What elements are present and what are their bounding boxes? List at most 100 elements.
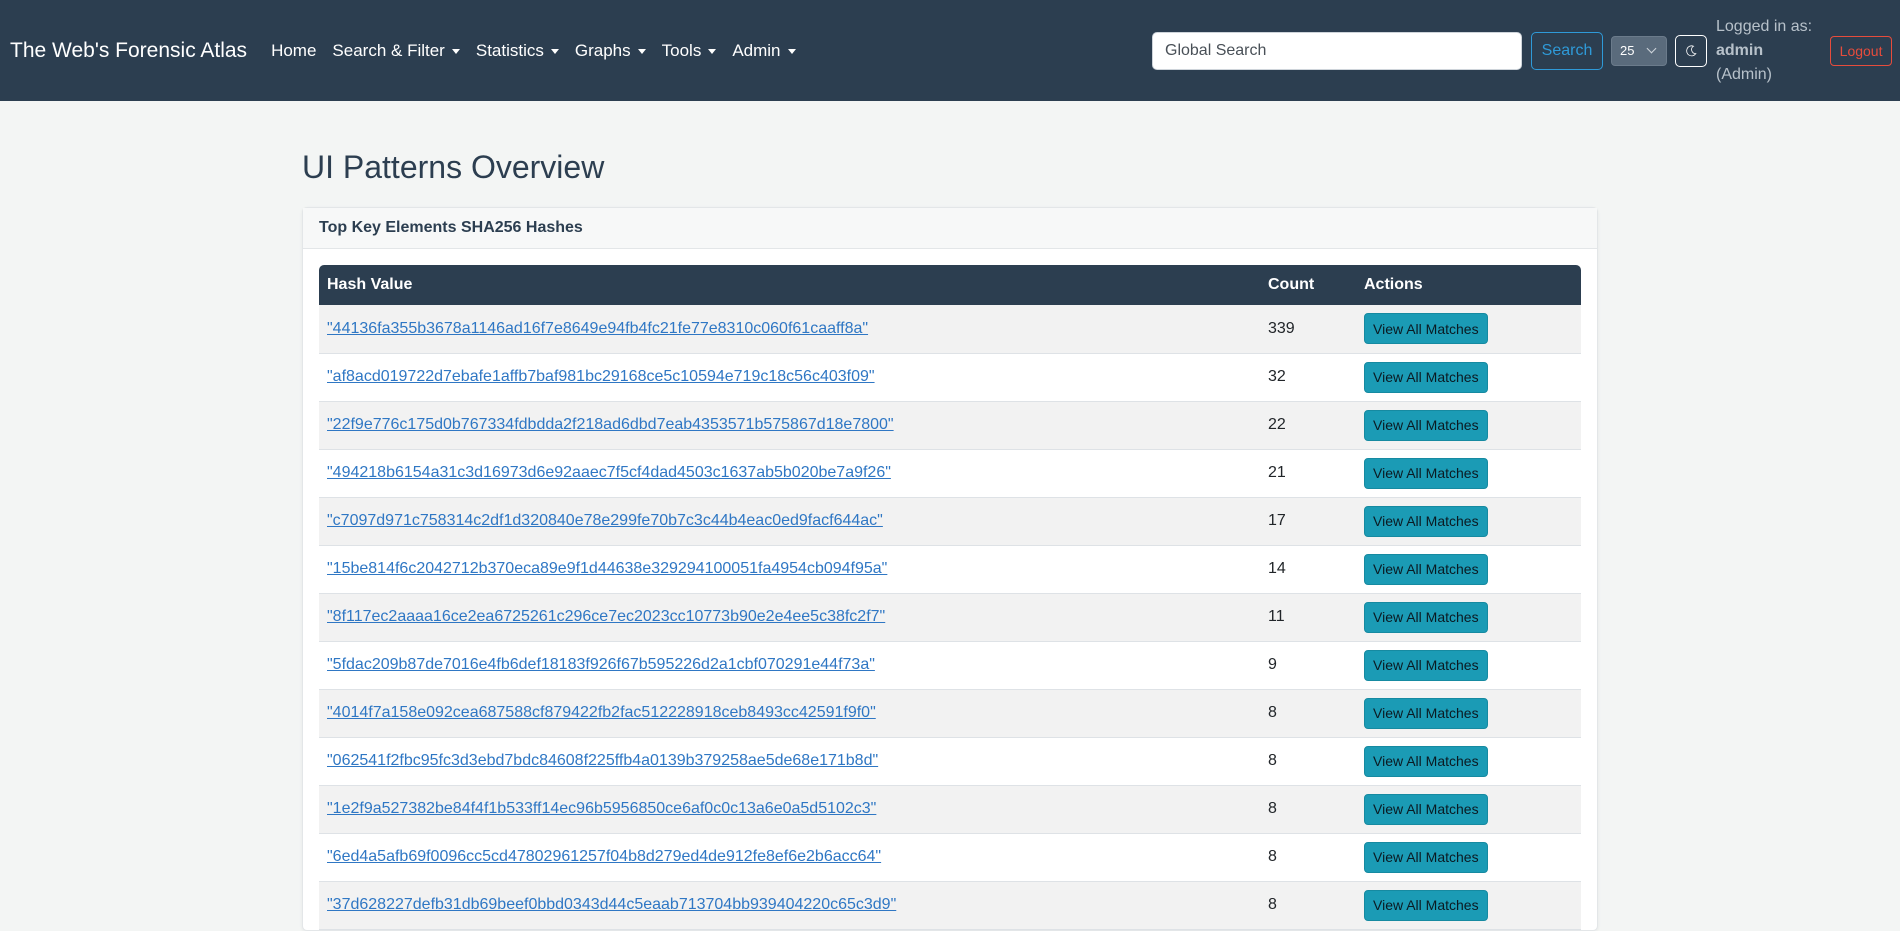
table-row: "22f9e776c175d0b767334fdbdda2f218ad6dbd7… (319, 401, 1581, 449)
table-row: "062541f2fbc95fc3d3ebd7bdc84608f225ffb4a… (319, 737, 1581, 785)
table-row: "c7097d971c758314c2df1d320840e78e299fe70… (319, 497, 1581, 545)
hash-link[interactable]: "22f9e776c175d0b767334fdbdda2f218ad6dbd7… (327, 416, 894, 433)
top-navbar: The Web's Forensic Atlas Home Search & F… (0, 0, 1900, 101)
hash-cell: "44136fa355b3678a1146ad16f7e8649e94fb4fc… (319, 305, 1260, 353)
count-cell: 8 (1268, 752, 1277, 769)
hash-link[interactable]: "37d628227defb31db69beef0bbd0343d44c5eaa… (327, 896, 896, 913)
actions-cell: View All Matches (1356, 305, 1581, 353)
column-header-actions: Actions (1364, 276, 1423, 293)
count-cell: 22 (1268, 416, 1286, 433)
card-body: Hash Value Count Actions "44136fa355b367… (303, 249, 1597, 930)
page-size-select[interactable]: 25 (1611, 35, 1667, 66)
table-row: "37d628227defb31db69beef0bbd0343d44c5eaa… (319, 881, 1581, 929)
hash-link[interactable]: "8f117ec2aaaa16ce2ea6725261c296ce7ec2023… (327, 608, 885, 625)
chevron-down-icon (550, 49, 559, 54)
chevron-down-icon (451, 49, 460, 54)
count-cell: 339 (1268, 319, 1295, 337)
view-all-matches-button[interactable]: View All Matches (1364, 313, 1488, 345)
hash-cell: "6ed4a5afb69f0096cc5cd47802961257f04b8d2… (319, 833, 1260, 881)
hash-link[interactable]: "c7097d971c758314c2df1d320840e78e299fe70… (327, 512, 883, 529)
view-all-matches-button[interactable]: View All Matches (1364, 649, 1488, 681)
hash-cell: "8f117ec2aaaa16ce2ea6725261c296ce7ec2023… (319, 593, 1260, 641)
column-header-hash: Hash Value (327, 276, 413, 293)
nav-tools-label: Tools (661, 40, 702, 60)
nav-statistics[interactable]: Statistics (476, 41, 559, 61)
username: admin (1716, 41, 1764, 59)
nav-admin[interactable]: Admin (732, 40, 796, 61)
count-cell: 17 (1268, 512, 1286, 529)
actions-cell: View All Matches (1356, 833, 1581, 881)
actions-cell: View All Matches (1356, 593, 1581, 641)
actions-cell: View All Matches (1356, 353, 1581, 401)
view-all-matches-button[interactable]: View All Matches (1364, 745, 1488, 777)
chevron-down-icon (637, 49, 646, 54)
hash-link[interactable]: "5fdac209b87de7016e4fb6def18183f926f67b5… (327, 656, 875, 673)
count-cell: 8 (1268, 896, 1277, 913)
count-cell: 8 (1268, 848, 1277, 865)
count-cell: 9 (1268, 656, 1277, 673)
hash-cell: "062541f2fbc95fc3d3ebd7bdc84608f225ffb4a… (319, 737, 1260, 785)
table-row: "8f117ec2aaaa16ce2ea6725261c296ce7ec2023… (319, 593, 1581, 641)
page-size-value: 25 (1620, 43, 1634, 58)
actions-cell: View All Matches (1356, 497, 1581, 545)
hash-link[interactable]: "44136fa355b3678a1146ad16f7e8649e94fb4fc… (327, 320, 868, 337)
actions-cell: View All Matches (1356, 401, 1581, 449)
hash-cell: "4014f7a158e092cea687588cf879422fb2fac51… (319, 689, 1260, 737)
hash-link[interactable]: "1e2f9a527382be84f4f1b533ff14ec96b595685… (327, 800, 876, 817)
table-row: "15be814f6c2042712b370eca89e9f1d44638e32… (319, 545, 1581, 593)
hashes-card: Top Key Elements SHA256 Hashes Hash Valu… (302, 207, 1598, 931)
nav-admin-label: Admin (732, 40, 781, 60)
search-button[interactable]: Search (1531, 31, 1603, 70)
brand-title[interactable]: The Web's Forensic Atlas (10, 39, 247, 63)
hash-link[interactable]: "4014f7a158e092cea687588cf879422fb2fac51… (327, 704, 876, 721)
hash-link[interactable]: "6ed4a5afb69f0096cc5cd47802961257f04b8d2… (327, 848, 881, 865)
hash-link[interactable]: "af8acd019722d7ebafe1affb7baf981bc29168c… (327, 368, 875, 385)
view-all-matches-button[interactable]: View All Matches (1364, 409, 1488, 441)
view-all-matches-button[interactable]: View All Matches (1364, 793, 1488, 825)
theme-toggle-button[interactable] (1675, 34, 1707, 67)
nav-tools[interactable]: Tools (662, 41, 717, 61)
view-all-matches-button[interactable]: View All Matches (1364, 457, 1488, 489)
view-all-matches-button[interactable]: View All Matches (1364, 553, 1488, 585)
logout-button[interactable]: Logout (1830, 35, 1893, 66)
page-title: UI Patterns Overview (302, 149, 605, 185)
table-body: "44136fa355b3678a1146ad16f7e8649e94fb4fc… (319, 305, 1581, 929)
count-cell: 11 (1268, 608, 1285, 625)
hash-cell: "1e2f9a527382be84f4f1b533ff14ec96b595685… (319, 785, 1260, 833)
table-row: "44136fa355b3678a1146ad16f7e8649e94fb4fc… (319, 305, 1581, 353)
hash-link[interactable]: "15be814f6c2042712b370eca89e9f1d44638e32… (327, 560, 887, 577)
actions-cell: View All Matches (1356, 545, 1581, 593)
table-row: "6ed4a5afb69f0096cc5cd47802961257f04b8d2… (319, 833, 1581, 881)
hash-link[interactable]: "062541f2fbc95fc3d3ebd7bdc84608f225ffb4a… (327, 752, 878, 769)
view-all-matches-button[interactable]: View All Matches (1364, 841, 1488, 873)
hash-cell: "5fdac209b87de7016e4fb6def18183f926f67b5… (319, 641, 1260, 689)
hashes-table: Hash Value Count Actions "44136fa355b367… (319, 265, 1581, 930)
chevron-down-icon (1646, 43, 1657, 54)
count-cell: 21 (1268, 464, 1286, 481)
nav-right-controls: Search 25 Logged in as: admin (Admin) Lo… (1152, 0, 1893, 101)
view-all-matches-button[interactable]: View All Matches (1364, 601, 1488, 633)
nav-search-filter-label: Search & Filter (332, 40, 445, 60)
column-header-count: Count (1268, 276, 1315, 293)
nav-statistics-label: Statistics (475, 40, 544, 60)
view-all-matches-button[interactable]: View All Matches (1364, 697, 1488, 729)
table-row: "494218b6154a31c3d16973d6e92aaec7f5cf4da… (319, 449, 1581, 497)
actions-cell: View All Matches (1356, 449, 1581, 497)
view-all-matches-button[interactable]: View All Matches (1364, 889, 1488, 921)
global-search-input[interactable] (1152, 31, 1522, 70)
actions-cell: View All Matches (1356, 785, 1581, 833)
view-all-matches-button[interactable]: View All Matches (1364, 361, 1488, 393)
actions-cell: View All Matches (1356, 689, 1581, 737)
nav-graphs[interactable]: Graphs (575, 41, 646, 61)
actions-cell: View All Matches (1356, 737, 1581, 785)
hash-link[interactable]: "494218b6154a31c3d16973d6e92aaec7f5cf4da… (327, 464, 891, 481)
view-all-matches-button[interactable]: View All Matches (1364, 505, 1488, 537)
moon-icon (1686, 44, 1697, 56)
nav-home[interactable]: Home (271, 41, 316, 61)
hash-cell: "37d628227defb31db69beef0bbd0343d44c5eaa… (319, 881, 1260, 929)
count-cell: 8 (1268, 800, 1277, 817)
actions-cell: View All Matches (1356, 641, 1581, 689)
table-row: "1e2f9a527382be84f4f1b533ff14ec96b595685… (319, 785, 1581, 833)
main-content: UI Patterns Overview Top Key Elements SH… (302, 101, 1598, 931)
nav-search-filter[interactable]: Search & Filter (332, 40, 460, 61)
